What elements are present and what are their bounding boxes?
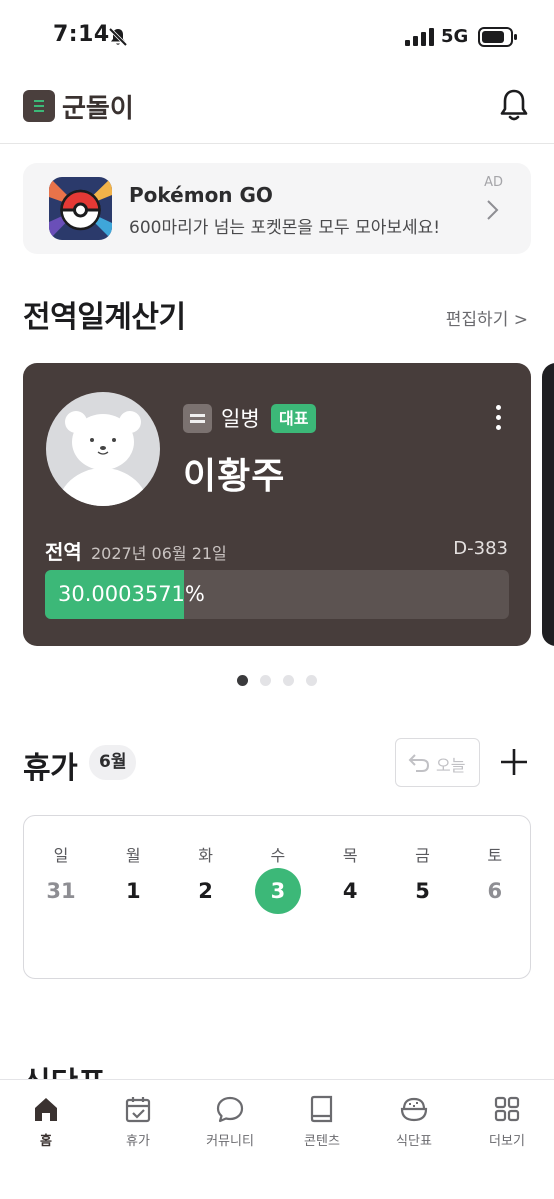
notification-bell-icon[interactable]: [498, 88, 530, 122]
status-time: 7:14: [53, 22, 110, 47]
tab-label: 더보기: [489, 1134, 525, 1149]
app-header: 군돌이: [0, 80, 554, 144]
weekday-label: 목: [342, 846, 358, 865]
bottom-tab-bar: 홈 휴가 커뮤니티 콘텐츠 식단표 더보기: [0, 1079, 554, 1199]
home-icon: [35, 1098, 57, 1121]
month-pill[interactable]: 6월: [89, 745, 137, 780]
tab-label: 홈: [40, 1134, 52, 1149]
avatar: [46, 392, 160, 506]
tab-label: 휴가: [126, 1134, 150, 1149]
battery-icon: [478, 27, 517, 47]
weekday-label: 화: [198, 846, 213, 865]
bell-off-icon: [108, 27, 128, 47]
progress-percent: 30.0003571%: [58, 582, 205, 606]
more-options-icon[interactable]: [495, 405, 503, 431]
service-progress-bar: 30.0003571%: [45, 570, 509, 619]
calendar-day[interactable]: 5: [400, 868, 446, 914]
add-vacation-icon[interactable]: [500, 748, 528, 776]
today-button[interactable]: 오늘: [395, 738, 480, 787]
weekday-label: 금: [415, 846, 430, 865]
service-card[interactable]: 일병 대표 이황주 전역 2027년 06월 21일 D-383 30.0003…: [23, 363, 531, 646]
tab-label: 커뮤니티: [206, 1134, 254, 1149]
status-bar: 7:14 5G: [0, 0, 554, 70]
service-section-title: 전역일계산기: [23, 300, 186, 335]
representative-badge: 대표: [271, 404, 317, 433]
discharge-date: 2027년 06월 21일: [91, 544, 227, 563]
ad-banner[interactable]: Pokémon GO 600마리가 넘는 포켓몬을 모두 모아보세요! AD: [23, 163, 531, 254]
carousel-indicator: [237, 675, 317, 687]
tab-item[interactable]: 커뮤니티: [194, 1094, 266, 1149]
rice-bowl-icon: [400, 1097, 428, 1122]
ad-title: Pokémon GO: [129, 183, 273, 207]
book-icon: [310, 1095, 333, 1123]
carousel-dot[interactable]: [283, 675, 294, 686]
ad-tag: AD: [484, 175, 503, 190]
weekday-label: 수: [270, 846, 286, 865]
tab-item[interactable]: 식단표: [378, 1094, 450, 1149]
signal-icon: [405, 28, 434, 46]
tab-item[interactable]: 더보기: [471, 1094, 543, 1149]
calendar-day[interactable]: 4: [327, 868, 373, 914]
weekday-label: 토: [487, 846, 503, 865]
soldier-name: 이황주: [183, 456, 286, 497]
rank-label: 일병: [221, 407, 260, 431]
tab-label: 식단표: [396, 1134, 432, 1149]
carousel-dot[interactable]: [306, 675, 317, 686]
vacation-section-title: 휴가: [23, 751, 78, 786]
calendar-day[interactable]: 2: [183, 868, 229, 914]
app-title: 군돌이: [62, 94, 134, 124]
tab-item[interactable]: 휴가: [102, 1094, 174, 1149]
tab-item[interactable]: 홈: [10, 1094, 82, 1149]
dday-counter: D-383: [453, 538, 508, 559]
calendar-day-today[interactable]: 3: [254, 868, 301, 914]
weekday-label: 월: [125, 846, 141, 865]
today-label: 오늘: [436, 756, 466, 775]
calendar-check-icon: [125, 1097, 151, 1123]
undo-arrow-icon: [408, 754, 430, 772]
app-screen: 7:14 5G 군돌이 Pokémon GO 600마리가 넘는 포켓몬을 모두…: [0, 0, 554, 1199]
discharge-label: 전역: [45, 540, 82, 564]
weekday-label: 일: [53, 846, 69, 865]
week-calendar: 일 31 월 1 화 2 수 3 목 4 금 5 토 6: [23, 815, 531, 979]
tab-label: 콘텐츠: [304, 1134, 340, 1149]
rank-insignia-icon: [183, 404, 212, 433]
calendar-day[interactable]: 6: [472, 868, 518, 914]
calendar-day[interactable]: 1: [110, 868, 156, 914]
carousel-dot[interactable]: [237, 675, 248, 686]
calendar-day[interactable]: 31: [38, 868, 84, 914]
chat-bubble-icon: [216, 1096, 244, 1123]
tab-item[interactable]: 콘텐츠: [286, 1094, 358, 1149]
network-label: 5G: [441, 26, 469, 47]
grid-icon: [494, 1096, 520, 1122]
pokemon-go-app-icon: [49, 177, 112, 240]
chevron-right-icon: [487, 200, 499, 220]
app-logo-icon[interactable]: [23, 90, 55, 122]
carousel-dot[interactable]: [260, 675, 271, 686]
edit-link[interactable]: 편집하기 >: [446, 305, 528, 330]
next-card-peek[interactable]: [542, 363, 554, 646]
ad-description: 600마리가 넘는 포켓몬을 모두 모아보세요!: [129, 218, 441, 238]
